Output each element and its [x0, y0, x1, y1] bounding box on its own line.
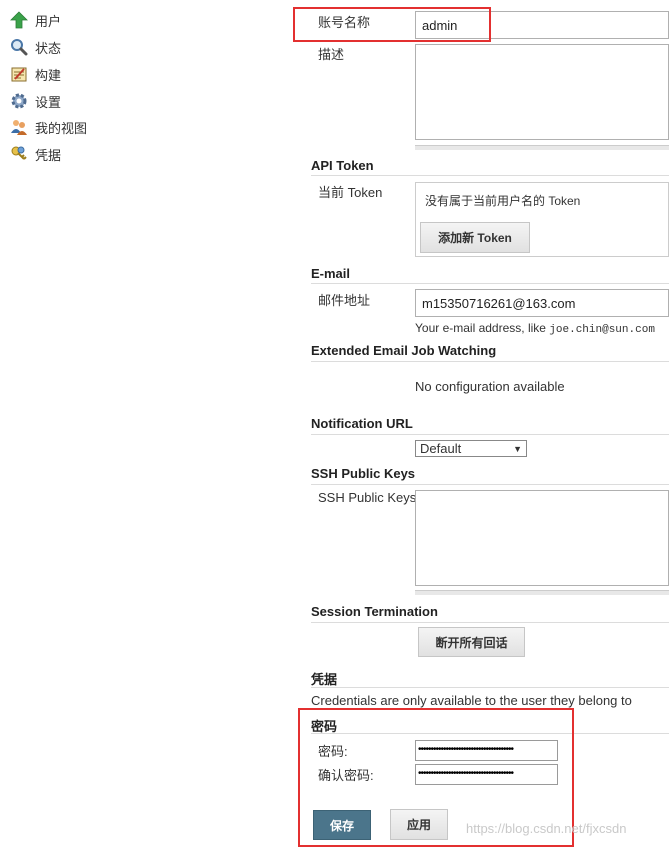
email-field[interactable]: m15350716261@163.com [415, 289, 669, 317]
credentials-text: Credentials are only available to the us… [311, 693, 632, 708]
section-divider [311, 484, 669, 485]
email-hint-example: joe.chin@sun.com [549, 324, 655, 336]
section-divider [311, 622, 669, 623]
sidebar-item-label: 凭据 [35, 147, 62, 163]
email-hint-text: Your e-mail address, like [415, 321, 550, 335]
sidebar-item-status[interactable]: 状态 [10, 36, 61, 58]
add-token-button[interactable]: 添加新 Token [420, 222, 530, 253]
magnifier-icon [10, 38, 28, 56]
email-title: E-mail [311, 266, 351, 281]
token-panel: 没有属于当前用户名的 Token 添加新 Token [415, 182, 669, 257]
confirm-password-label: 确认密码: [318, 768, 374, 783]
save-button[interactable]: 保存 [313, 810, 371, 840]
section-divider [311, 434, 669, 435]
terminate-sessions-button[interactable]: 断开所有回话 [418, 627, 525, 657]
confirm-password-field[interactable]: •••••••••••••••••••••••••••••••••••••• [415, 764, 558, 785]
dropdown-arrow-icon: ▼ [513, 443, 522, 454]
email-label: 邮件地址 [318, 293, 371, 308]
textarea-resize-bar[interactable] [415, 590, 669, 595]
sidebar-item-label: 状态 [35, 40, 62, 56]
session-title: Session Termination [311, 604, 438, 619]
no-config-text: No configuration available [415, 379, 565, 394]
sidebar-item-users[interactable]: 用户 [10, 9, 61, 31]
notification-title: Notification URL [311, 416, 413, 431]
notification-select-value: Default [420, 441, 462, 456]
sidebar-item-builds[interactable]: 构建 [10, 63, 61, 85]
current-token-label: 当前 Token [318, 185, 383, 200]
password-field[interactable]: •••••••••••••••••••••••••••••••••••••• [415, 740, 558, 761]
ssh-label: SSH Public Keys [318, 490, 417, 505]
ssh-title: SSH Public Keys [311, 466, 416, 481]
password-label: 密码: [318, 744, 348, 759]
account-name-label: 账号名称 [318, 15, 371, 30]
credentials-title: 凭据 [311, 672, 338, 687]
email-hint: Your e-mail address, like joe.chin@sun.c… [415, 321, 655, 336]
sidebar-item-label: 我的视图 [35, 120, 88, 136]
account-name-field[interactable]: admin [415, 11, 669, 39]
section-divider [311, 175, 669, 176]
section-divider [311, 361, 669, 362]
sidebar-item-settings[interactable]: 设置 [10, 90, 61, 112]
section-divider [311, 733, 669, 734]
description-field[interactable] [415, 44, 669, 140]
gear-icon [10, 92, 28, 110]
keys-icon [10, 145, 28, 163]
api-token-title: API Token [311, 158, 374, 173]
people-icon [10, 118, 28, 136]
sidebar-item-label: 构建 [35, 67, 62, 83]
apply-button[interactable]: 应用 [390, 809, 448, 840]
sidebar-item-credentials[interactable]: 凭据 [10, 143, 61, 165]
sidebar-item-label: 设置 [35, 94, 62, 110]
description-label: 描述 [318, 47, 345, 62]
section-divider [311, 283, 669, 284]
up-arrow-icon [10, 11, 28, 29]
ssh-keys-field[interactable] [415, 490, 669, 586]
no-token-text: 没有属于当前用户名的 Token [425, 194, 581, 208]
sidebar-item-label: 用户 [35, 13, 62, 29]
section-divider [311, 687, 669, 688]
textarea-resize-bar[interactable] [415, 145, 669, 150]
watermark: https://blog.csdn.net/fjxcsdn [466, 821, 627, 836]
notepad-icon [10, 65, 28, 83]
notification-select[interactable]: Default ▼ [415, 440, 527, 457]
ext-email-title: Extended Email Job Watching [311, 343, 497, 358]
sidebar-item-my-views[interactable]: 我的视图 [10, 116, 87, 138]
